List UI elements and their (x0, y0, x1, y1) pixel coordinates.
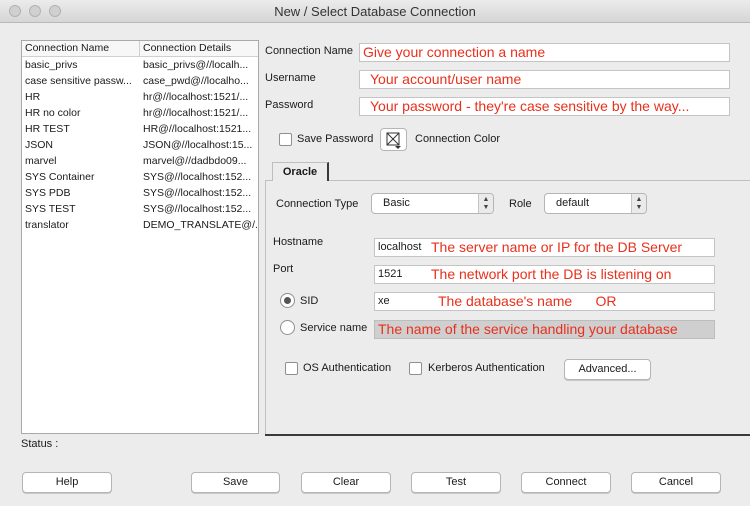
connection-list-header: Connection Name Connection Details (22, 41, 258, 57)
connection-details-cell: hr@//localhost:1521/... (143, 91, 249, 103)
connection-type-value: Basic (383, 197, 410, 209)
port-label: Port (273, 263, 294, 275)
hostname-value: localhost (378, 241, 422, 253)
connection-row[interactable]: SYS Container SYS@//localhost:152... (22, 169, 258, 185)
connection-row[interactable]: HR no color hr@//localhost:1521/... (22, 105, 258, 121)
help-button[interactable]: Help (22, 472, 112, 493)
role-select[interactable]: default ▲ ▼ (544, 193, 647, 214)
connection-details-cell: hr@//localhost:1521/... (143, 107, 249, 119)
save-button[interactable]: Save (191, 472, 280, 493)
connection-color-button[interactable] (380, 128, 407, 151)
password-label: Password (265, 99, 314, 111)
hostname-note: The server name or IP for the DB Server (431, 239, 683, 255)
os-authentication-checkbox[interactable] (285, 362, 298, 375)
tab-oracle[interactable]: Oracle (272, 162, 329, 181)
column-header-connection-name[interactable]: Connection Name (22, 41, 140, 56)
sid-radio[interactable] (280, 293, 295, 308)
username-label: Username (265, 72, 316, 84)
connection-details-cell: HR@//localhost:1521... (143, 123, 252, 135)
clear-button[interactable]: Clear (301, 472, 391, 493)
connection-row[interactable]: translator DEMO_TRANSLATE@/... (22, 217, 258, 233)
connection-color-label: Connection Color (415, 133, 500, 145)
tab-panel-bottom-border (265, 434, 750, 436)
sid-note: The database's name OR (438, 293, 617, 309)
connection-row[interactable]: basic_privs basic_privs@//localh... (22, 57, 258, 73)
save-password-label: Save Password (297, 133, 374, 145)
connection-details-cell: SYS@//localhost:152... (143, 203, 252, 215)
sid-value: xe (378, 295, 390, 307)
connection-row[interactable]: marvel marvel@//dadbdo09... (22, 153, 258, 169)
service-name-field[interactable]: The name of the service handling your da… (374, 320, 715, 339)
sid-field[interactable]: xe The database's name OR (374, 292, 715, 311)
connection-name-cell: JSON (25, 139, 54, 151)
cancel-button[interactable]: Cancel (631, 472, 721, 493)
connection-name-label: Connection Name (265, 45, 354, 57)
connection-details-cell: SYS@//localhost:152... (143, 171, 252, 183)
connection-name-field[interactable]: Give your connection a name (359, 43, 730, 62)
connection-name-cell: basic_privs (25, 59, 78, 71)
color-swatch-icon (386, 132, 401, 149)
connection-row[interactable]: SYS PDB SYS@//localhost:152... (22, 185, 258, 201)
connection-name-cell: HR (25, 91, 41, 103)
sid-label: SID (300, 295, 319, 307)
connection-name-cell: SYS PDB (25, 187, 71, 199)
service-name-note: The name of the service handling your da… (378, 321, 678, 337)
connection-row[interactable]: case sensitive passw... case_pwd@//localh… (22, 73, 258, 89)
connection-name-cell: case sensitive passw... (25, 75, 132, 87)
port-note: The network port the DB is listening on (431, 266, 672, 282)
service-name-radio[interactable] (280, 320, 295, 335)
connection-type-select[interactable]: Basic ▲ ▼ (371, 193, 494, 214)
connection-name-cell: marvel (25, 155, 57, 167)
status-label: Status : (21, 438, 59, 450)
kerberos-authentication-label: Kerberos Authentication (428, 362, 545, 374)
connection-row[interactable]: JSON JSON@//localhost:15... (22, 137, 258, 153)
connection-details-cell: DEMO_TRANSLATE@/... (143, 219, 258, 231)
connection-row[interactable]: HR hr@//localhost:1521/... (22, 89, 258, 105)
connection-name-cell: SYS Container (25, 171, 95, 183)
connection-details-cell: marvel@//dadbdo09... (143, 155, 247, 167)
username-field[interactable]: Your account/user name (359, 70, 730, 89)
connection-details-cell: SYS@//localhost:152... (143, 187, 252, 199)
os-authentication-label: OS Authentication (303, 362, 392, 374)
port-value: 1521 (378, 268, 403, 280)
window-title: New / Select Database Connection (274, 4, 476, 19)
connection-row[interactable]: HR TEST HR@//localhost:1521... (22, 121, 258, 137)
connection-details-cell: case_pwd@//localho... (143, 75, 249, 87)
port-field[interactable]: 1521 The network port the DB is listenin… (374, 265, 715, 284)
connection-type-label: Connection Type (276, 198, 359, 210)
kerberos-authentication-checkbox[interactable] (409, 362, 422, 375)
password-field[interactable]: Your password - they're case sensitive b… (359, 97, 730, 116)
connection-row[interactable]: SYS TEST SYS@//localhost:152... (22, 201, 258, 217)
select-arrows-icon: ▲ ▼ (478, 194, 493, 213)
connection-name-cell: HR no color (25, 107, 81, 119)
connection-list[interactable]: Connection Name Connection Details basic… (21, 40, 259, 434)
connection-name-cell: translator (25, 219, 69, 231)
role-label: Role (509, 198, 532, 210)
connection-name-cell: HR TEST (25, 123, 70, 135)
connection-name-cell: SYS TEST (25, 203, 76, 215)
service-name-label: Service name (300, 322, 368, 334)
column-header-connection-details[interactable]: Connection Details (140, 41, 258, 56)
advanced-button[interactable]: Advanced... (564, 359, 651, 380)
select-arrows-icon: ▲ ▼ (631, 194, 646, 213)
hostname-field[interactable]: localhost The server name or IP for the … (374, 238, 715, 257)
role-value: default (556, 197, 590, 209)
test-button[interactable]: Test (411, 472, 501, 493)
connection-details-cell: basic_privs@//localh... (143, 59, 249, 71)
hostname-label: Hostname (273, 236, 324, 248)
save-password-checkbox[interactable] (279, 133, 292, 146)
connection-details-cell: JSON@//localhost:15... (143, 139, 253, 151)
title-bar: New / Select Database Connection (0, 0, 750, 23)
connect-button[interactable]: Connect (521, 472, 611, 493)
